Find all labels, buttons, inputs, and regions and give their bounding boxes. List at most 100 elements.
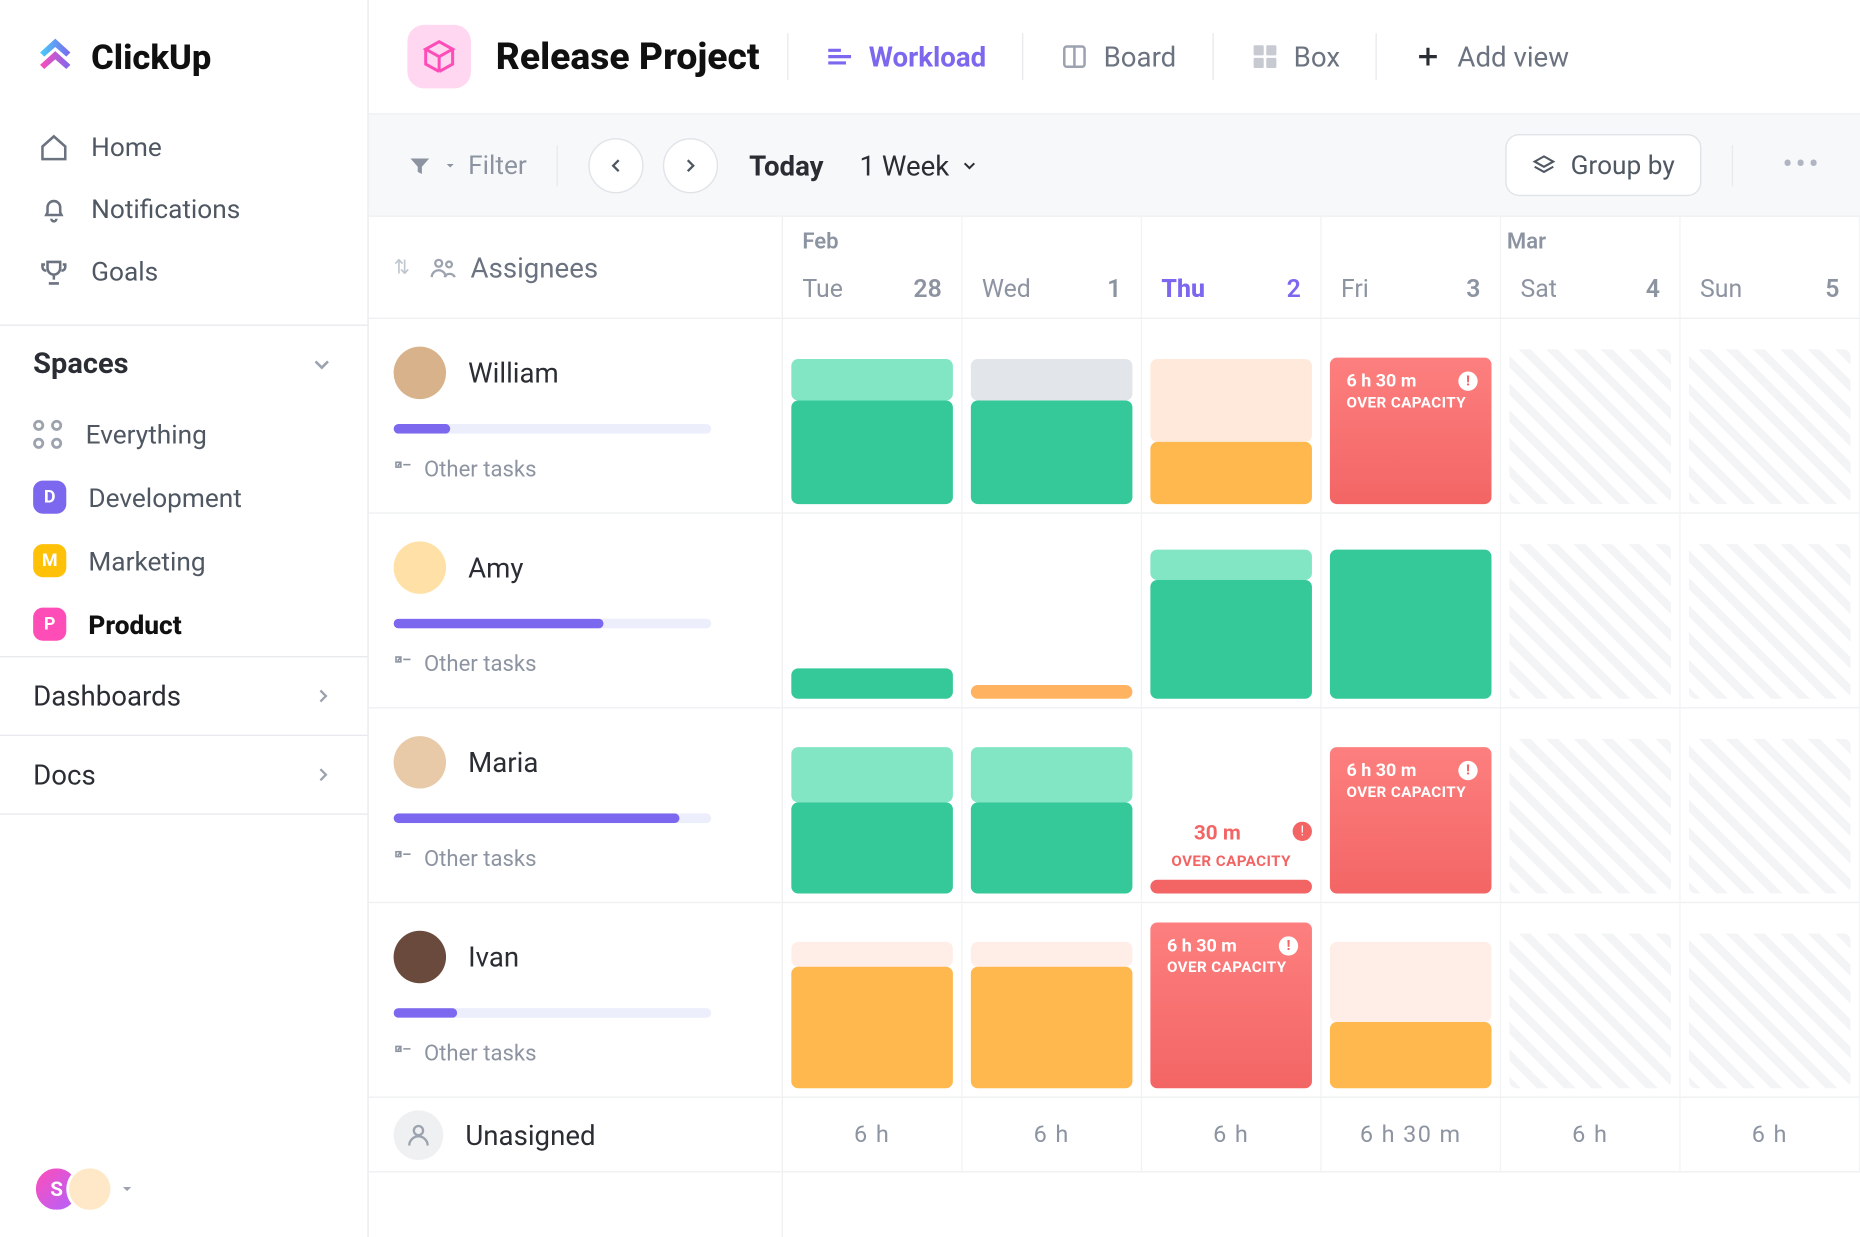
prev-button[interactable]	[589, 137, 644, 192]
workload-bar[interactable]	[971, 802, 1133, 893]
day-cell[interactable]	[1322, 903, 1502, 1096]
assignee-row[interactable]: William Other tasks	[369, 319, 782, 514]
assignee-row[interactable]: Amy Other tasks	[369, 514, 782, 709]
checklist-icon	[394, 459, 413, 478]
workload-bar[interactable]	[791, 668, 953, 698]
unassigned-row[interactable]: Unasigned	[369, 1098, 782, 1173]
workload-bar[interactable]	[1150, 580, 1312, 699]
empty-day	[1689, 349, 1851, 504]
sidebar-everything[interactable]: Everything	[0, 403, 367, 465]
day-cell[interactable]	[1681, 708, 1860, 901]
nav-notifications[interactable]: Notifications	[0, 178, 367, 240]
add-view-button[interactable]: Add view	[1405, 35, 1577, 79]
workload-bar[interactable]	[1330, 1022, 1492, 1088]
sidebar-dashboards[interactable]: Dashboards	[0, 656, 367, 735]
nav-goals[interactable]: Goals	[0, 240, 367, 302]
sidebar-space-marketing[interactable]: M Marketing	[0, 529, 367, 593]
other-tasks-toggle[interactable]: Other tasks	[394, 650, 757, 676]
workload-bar[interactable]	[971, 685, 1133, 699]
day-cell[interactable]	[783, 903, 963, 1096]
workload-bar[interactable]	[1330, 942, 1492, 1022]
day-cell[interactable]	[1681, 514, 1860, 707]
more-button[interactable]: •••	[1782, 148, 1821, 183]
other-tasks-toggle[interactable]: Other tasks	[394, 456, 757, 482]
caret-down-icon	[119, 1181, 136, 1198]
workload-bar[interactable]	[791, 747, 953, 802]
chevron-right-icon	[312, 764, 334, 786]
day-cell[interactable]	[1142, 514, 1322, 707]
day-cell[interactable]	[1681, 903, 1860, 1096]
workload-bar[interactable]	[1330, 550, 1492, 699]
sidebar-space-product[interactable]: P Product	[0, 592, 367, 656]
day-cell[interactable]	[783, 708, 963, 901]
workload-bar[interactable]	[791, 359, 953, 400]
days-header: Feb Mar Tue28 Wed1 Thu2 Fri3 Sat4 Sun5	[783, 217, 1860, 319]
project-icon[interactable]	[407, 25, 471, 89]
day-cell[interactable]	[963, 903, 1143, 1096]
overcapacity-bar[interactable]: 6 h 30 m OVER CAPACITY !	[1330, 747, 1492, 893]
next-button[interactable]	[664, 137, 719, 192]
brand-logo[interactable]: ClickUp	[0, 0, 367, 110]
checklist-icon	[394, 654, 413, 673]
user-footer[interactable]: S	[0, 1141, 367, 1237]
overcapacity-bar[interactable]: 6 h 30 m OVER CAPACITY !	[1330, 358, 1492, 504]
workload-bar[interactable]	[791, 942, 953, 967]
workload-bar[interactable]	[1150, 880, 1312, 894]
day-cell[interactable]	[963, 514, 1143, 707]
today-button[interactable]: Today	[749, 148, 823, 181]
divider	[557, 144, 558, 185]
sidebar-docs[interactable]: Docs	[0, 735, 367, 815]
unassigned-icon	[394, 1110, 444, 1160]
spaces-header[interactable]: Spaces	[0, 325, 367, 404]
workload-bar[interactable]	[1150, 359, 1312, 442]
day-cell[interactable]	[1501, 514, 1681, 707]
range-select[interactable]: 1 Week	[859, 148, 979, 181]
day-header-fri[interactable]: Fri3	[1322, 217, 1502, 318]
day-header-wed[interactable]: Wed1	[963, 217, 1143, 318]
plus-icon	[1413, 41, 1443, 71]
day-cell[interactable]: 6 h 30 m OVER CAPACITY !	[1142, 903, 1322, 1096]
filter-button[interactable]: Filter	[407, 149, 526, 181]
unassigned-total: 6 h	[1501, 1098, 1681, 1171]
chevron-down-icon	[960, 155, 979, 174]
view-box[interactable]: Box	[1241, 35, 1348, 79]
workload-bar[interactable]	[971, 400, 1133, 504]
day-cell[interactable]	[963, 708, 1143, 901]
groupby-button[interactable]: Group by	[1506, 134, 1701, 196]
day-cell[interactable]	[1501, 319, 1681, 512]
chevron-right-icon	[312, 685, 334, 707]
assignees-header[interactable]: ⇅ Assignees	[369, 217, 782, 319]
view-board[interactable]: Board	[1051, 35, 1184, 79]
day-cell[interactable]	[1142, 319, 1322, 512]
workload-bar[interactable]	[1150, 550, 1312, 580]
workload-bar[interactable]	[971, 359, 1133, 400]
day-cell[interactable]	[1681, 319, 1860, 512]
view-workload[interactable]: Workload	[816, 35, 994, 79]
day-header-sun[interactable]: Sun5	[1681, 217, 1860, 318]
assignee-row[interactable]: Maria Other tasks	[369, 708, 782, 903]
day-cell[interactable]: 30 m! OVER CAPACITY	[1142, 708, 1322, 901]
workload-bar[interactable]	[971, 747, 1133, 802]
day-header-thu[interactable]: Thu2	[1142, 217, 1322, 318]
overcapacity-bar[interactable]: 6 h 30 m OVER CAPACITY !	[1150, 923, 1312, 1089]
day-cell[interactable]	[783, 514, 963, 707]
workload-bar[interactable]	[791, 802, 953, 893]
day-cell[interactable]	[1501, 903, 1681, 1096]
workload-bar[interactable]	[791, 967, 953, 1089]
assignee-row[interactable]: Ivan Other tasks	[369, 903, 782, 1098]
sidebar-space-development[interactable]: D Development	[0, 465, 367, 529]
day-cell[interactable]: 6 h 30 m OVER CAPACITY !	[1322, 319, 1502, 512]
day-cell[interactable]	[1501, 708, 1681, 901]
other-tasks-toggle[interactable]: Other tasks	[394, 1040, 757, 1066]
nav-home[interactable]: Home	[0, 116, 367, 178]
workload-bar[interactable]	[971, 942, 1133, 967]
day-cell[interactable]: 6 h 30 m OVER CAPACITY !	[1322, 708, 1502, 901]
workload-bar[interactable]	[1150, 442, 1312, 504]
other-tasks-toggle[interactable]: Other tasks	[394, 845, 757, 871]
day-cell[interactable]	[963, 319, 1143, 512]
workload-bar[interactable]	[791, 400, 953, 504]
workload-bar[interactable]	[971, 967, 1133, 1089]
day-cell[interactable]	[1322, 514, 1502, 707]
day-cell[interactable]	[783, 319, 963, 512]
assignee-name: Maria	[468, 746, 538, 779]
